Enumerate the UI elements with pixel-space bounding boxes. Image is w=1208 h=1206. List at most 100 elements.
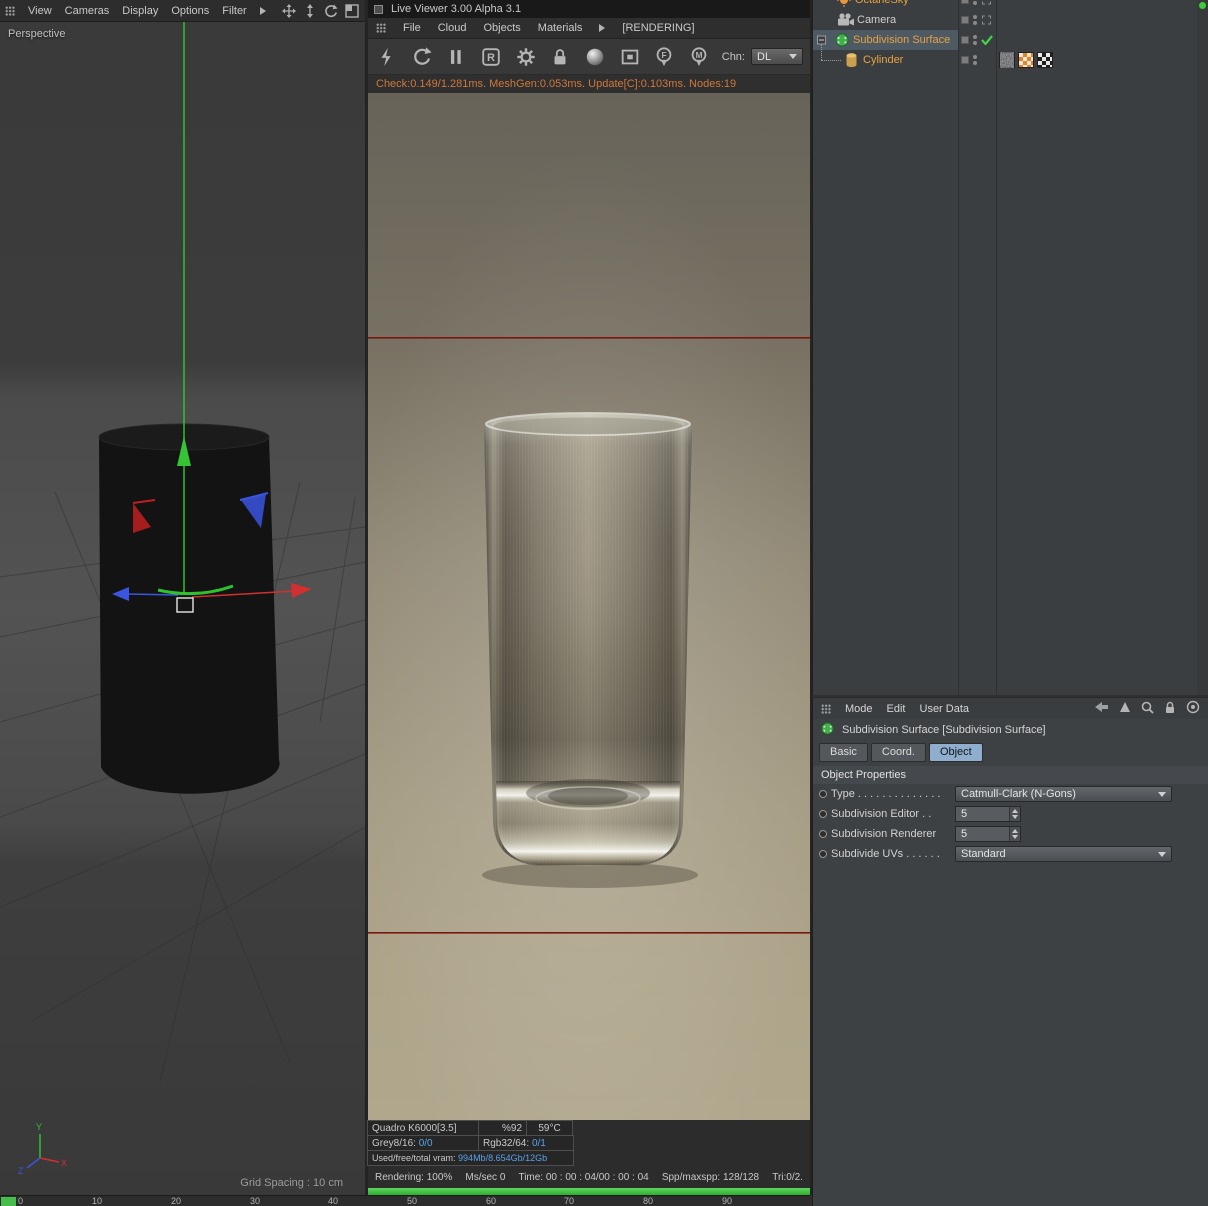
target-icon[interactable] xyxy=(1186,700,1200,717)
timeline-current-frame-marker[interactable] xyxy=(1,1197,16,1206)
visibility-dots[interactable] xyxy=(973,0,977,5)
window-title: Live Viewer 3.00 Alpha 3.1 xyxy=(391,3,522,15)
camera-icon xyxy=(837,13,855,27)
object-properties-section-header[interactable]: Object Properties xyxy=(813,766,1208,784)
search-icon[interactable] xyxy=(1141,701,1154,717)
tab-basic[interactable]: Basic xyxy=(819,742,868,762)
focus-picker-pin-icon[interactable]: F xyxy=(652,45,676,69)
viewport-canvas[interactable]: Y X Z xyxy=(0,17,366,1195)
material-ball-icon[interactable] xyxy=(583,45,607,69)
timeline-tick: 10 xyxy=(92,1196,103,1206)
rotate-view-icon[interactable] xyxy=(323,3,339,19)
menu-materials[interactable]: Materials xyxy=(538,22,583,34)
keyframe-circle-icon[interactable] xyxy=(819,790,827,798)
panel-handle-icon[interactable] xyxy=(821,703,831,714)
cursor-mode-icon[interactable] xyxy=(1119,701,1131,716)
menu-view[interactable]: View xyxy=(28,5,52,17)
tab-coord[interactable]: Coord. xyxy=(870,742,926,762)
pan-icon[interactable] xyxy=(281,3,297,19)
rendering-percent: Rendering: 100% xyxy=(375,1172,453,1183)
pause-render-icon[interactable] xyxy=(444,45,468,69)
layer-square[interactable] xyxy=(961,0,969,4)
object-label[interactable]: OctaneSky xyxy=(855,0,909,6)
object-label[interactable]: Subdivision Surface xyxy=(853,34,950,46)
menu-filter[interactable]: Filter xyxy=(222,5,246,17)
timeline-ruler[interactable]: 0 10 20 30 40 50 60 70 80 90 xyxy=(0,1195,810,1206)
object-row-octanesky[interactable]: OctaneSky xyxy=(813,0,1196,10)
menu-mode[interactable]: Mode xyxy=(845,703,873,715)
object-row-subdivision-surface[interactable]: Subdivision Surface xyxy=(813,30,1196,50)
live-toggle-icon[interactable] xyxy=(375,45,399,69)
mssec: Ms/sec 0 xyxy=(465,1172,506,1183)
visibility-dots[interactable] xyxy=(973,55,977,65)
cylinder-object[interactable] xyxy=(98,423,280,794)
menu-overflow-icon[interactable] xyxy=(259,6,266,15)
render-view[interactable] xyxy=(368,93,810,1120)
menu-cloud[interactable]: Cloud xyxy=(438,22,467,34)
viewport-nav-tools xyxy=(281,3,360,19)
settings-gear-icon[interactable] xyxy=(514,45,538,69)
menu-edit[interactable]: Edit xyxy=(887,703,906,715)
object-label[interactable]: Cylinder xyxy=(863,54,903,66)
menu-overflow-icon[interactable] xyxy=(599,24,606,32)
chevron-down-icon xyxy=(789,54,797,59)
menu-display[interactable]: Display xyxy=(122,5,158,17)
keyframe-circle-icon[interactable] xyxy=(819,810,827,818)
layer-square[interactable] xyxy=(961,56,969,64)
object-tag-icon[interactable] xyxy=(982,0,991,5)
type-dropdown[interactable]: Catmull-Clark (N-Gons) xyxy=(955,786,1172,802)
tab-object[interactable]: Object xyxy=(928,742,983,762)
rgb-buffer: Rgb32/64: 0/1 xyxy=(478,1135,574,1151)
object-label[interactable]: Camera xyxy=(857,14,896,26)
object-row-cylinder[interactable]: Cylinder xyxy=(813,50,1196,70)
subdivision-editor-field[interactable]: 5 xyxy=(955,806,1021,822)
vram-usage: Used/free/total vram: 994Mb/8.654Gb/12Gb xyxy=(367,1150,574,1166)
number-value: 5 xyxy=(961,828,968,840)
property-row-subdivision-editor: Subdivision Editor . . 5 xyxy=(813,804,1208,824)
layer-square[interactable] xyxy=(961,36,969,44)
render-button-icon[interactable]: R xyxy=(479,45,503,69)
layer-square[interactable] xyxy=(961,16,969,24)
history-back-icon[interactable] xyxy=(1093,701,1109,716)
column-separator xyxy=(958,0,959,695)
subdivision-renderer-field[interactable]: 5 xyxy=(955,826,1021,842)
enabled-check-icon[interactable] xyxy=(981,35,993,45)
channel-dropdown[interactable]: DL xyxy=(751,48,803,65)
dolly-icon[interactable] xyxy=(302,3,318,19)
lock-resolution-icon[interactable] xyxy=(548,45,572,69)
scene-status-dot xyxy=(1199,2,1206,9)
object-row-camera[interactable]: Camera xyxy=(813,10,1196,30)
property-label: Subdivision Editor . . xyxy=(831,808,932,820)
camera-tag-icon[interactable] xyxy=(982,15,991,25)
gpu-row: Quadro K6000[3.5] %92 59°C xyxy=(367,1120,573,1136)
bw-checker-thumbnail[interactable] xyxy=(1037,52,1053,68)
gpu-temperature: 59°C xyxy=(526,1120,573,1136)
orange-checker-thumbnail[interactable] xyxy=(1018,52,1034,68)
render-letter: R xyxy=(487,52,495,64)
menu-file[interactable]: File xyxy=(403,22,421,34)
menu-cameras[interactable]: Cameras xyxy=(65,5,110,17)
live-viewer-titlebar[interactable]: Live Viewer 3.00 Alpha 3.1 xyxy=(368,0,810,18)
material-picker-pin-icon[interactable]: M xyxy=(687,45,711,69)
keyframe-circle-icon[interactable] xyxy=(819,850,827,858)
panel-handle-icon[interactable] xyxy=(5,5,15,16)
stepper-arrows-icon[interactable] xyxy=(1009,807,1020,821)
rendering-status-flag: [RENDERING] xyxy=(622,22,695,34)
stepper-arrows-icon[interactable] xyxy=(1009,827,1020,841)
menu-user-data[interactable]: User Data xyxy=(920,703,970,715)
buffer-row: Grey8/16: 0/0 Rgb32/64: 0/1 xyxy=(367,1135,574,1151)
menu-options[interactable]: Options xyxy=(171,5,209,17)
keyframe-circle-icon[interactable] xyxy=(819,830,827,838)
visibility-dots[interactable] xyxy=(973,35,977,45)
viewport-camera-label[interactable]: Perspective xyxy=(8,28,65,40)
render-region-icon[interactable] xyxy=(618,45,642,69)
subdivide-uvs-dropdown[interactable]: Standard xyxy=(955,846,1172,862)
noise-texture-thumbnail[interactable] xyxy=(999,52,1015,68)
timeline-tick: 70 xyxy=(564,1196,575,1206)
visibility-dots[interactable] xyxy=(973,15,977,25)
restart-render-icon[interactable] xyxy=(410,45,434,69)
toggle-view-icon[interactable] xyxy=(344,3,360,19)
menu-objects[interactable]: Objects xyxy=(483,22,520,34)
lock-icon[interactable] xyxy=(1164,701,1176,717)
panel-handle-icon[interactable] xyxy=(376,23,386,33)
